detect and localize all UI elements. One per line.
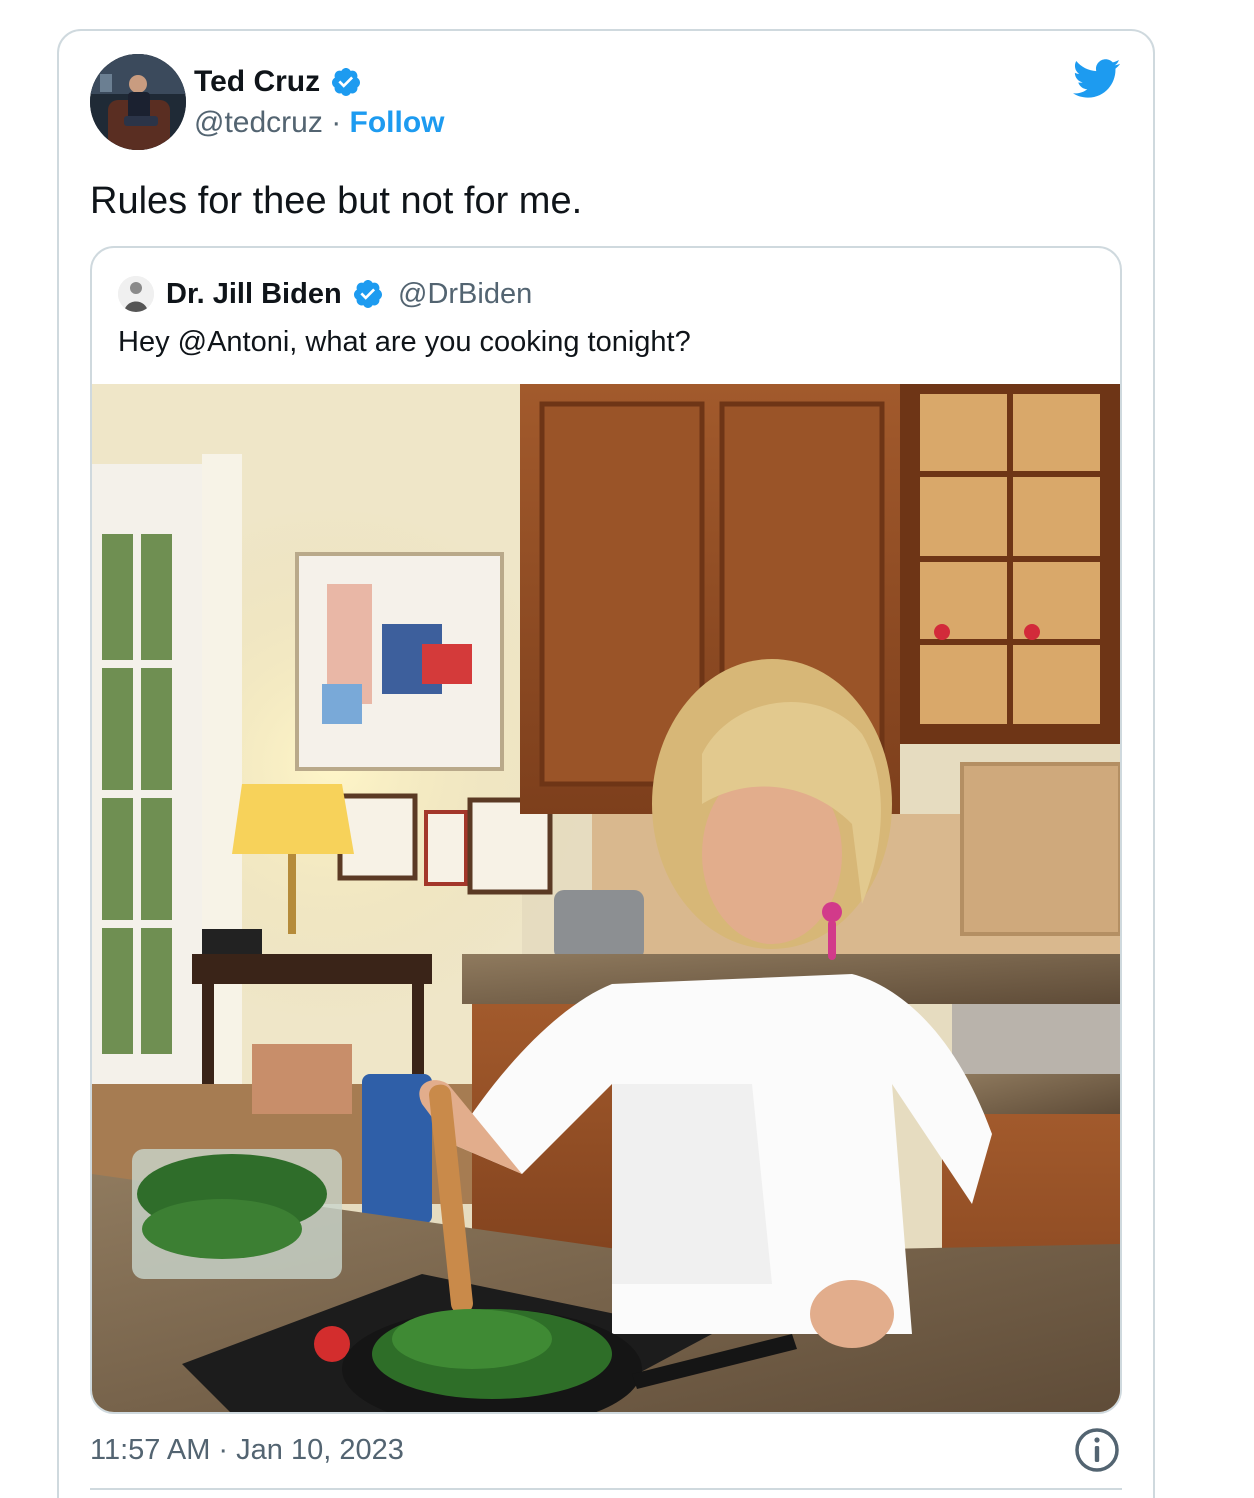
quoted-avatar-image [118,276,154,312]
verified-badge-icon [354,280,382,308]
quoted-author-name[interactable]: Dr. Jill Biden [166,276,342,312]
tweet-text: Rules for thee but not for me. [90,180,583,222]
tweet-timestamp[interactable]: 11:57 AM · Jan 10, 2023 [90,1432,404,1468]
author-meta: @tedcruz · Follow [194,104,445,142]
quoted-avatar[interactable] [118,276,154,312]
quoted-tweet-text: Hey @Antoni, what are you cooking tonigh… [118,326,691,358]
meta-separator: · [331,106,342,139]
quoted-tweet-photo[interactable] [92,384,1120,1414]
quoted-author-handle[interactable]: @DrBiden [398,276,532,312]
author-name[interactable]: Ted Cruz [194,64,320,100]
follow-button[interactable]: Follow [350,106,445,139]
author-handle[interactable]: @tedcruz [194,106,323,139]
verified-badge-icon [332,68,360,96]
avatar-image [90,54,186,150]
twitter-bird-icon[interactable] [1073,58,1121,100]
info-icon[interactable] [1073,1426,1121,1474]
card-divider [90,1488,1122,1490]
quoted-tweet[interactable]: Dr. Jill Biden @DrBiden Hey @Antoni, wha… [90,246,1122,1414]
author-avatar[interactable] [90,54,186,150]
